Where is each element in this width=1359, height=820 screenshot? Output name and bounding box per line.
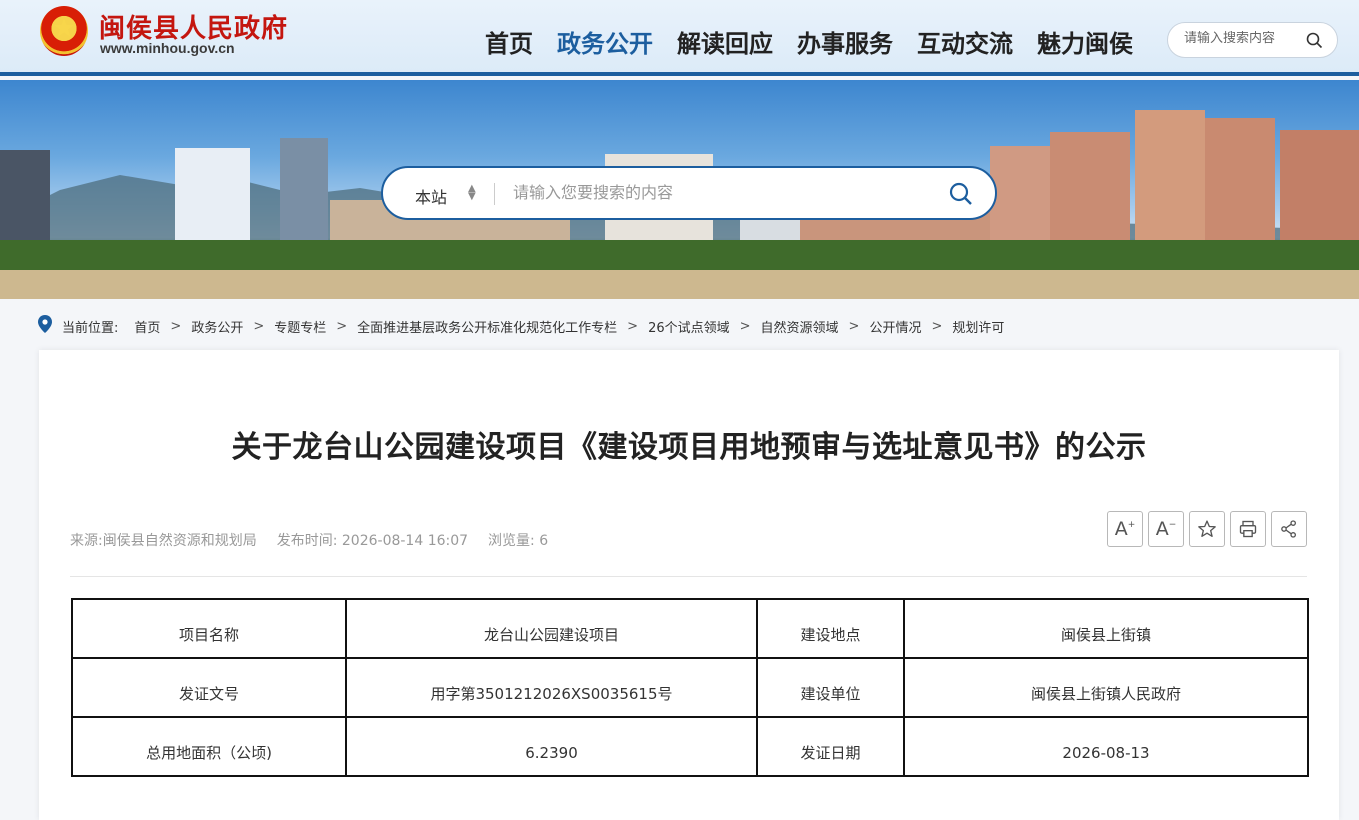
permit-info-table: 项目名称 龙台山公园建设项目 建设地点 闽侯县上街镇 发证文号 用字第35012… bbox=[71, 598, 1309, 777]
star-icon bbox=[1198, 520, 1216, 537]
print-button[interactable] bbox=[1230, 511, 1266, 547]
breadcrumb-separator: > bbox=[931, 318, 943, 334]
article-tools: A + A − bbox=[1107, 511, 1307, 547]
table-cell: 建设地点 bbox=[756, 598, 905, 659]
table-cell: 发证文号 bbox=[71, 657, 347, 718]
table-cell: 项目名称 bbox=[71, 598, 347, 659]
nav-interpretation[interactable]: 解读回应 bbox=[677, 24, 773, 59]
table-row: 发证文号 用字第3501212026XS0035615号 建设单位 闽侯县上街镇… bbox=[71, 657, 1309, 718]
nav-home[interactable]: 首页 bbox=[485, 24, 533, 59]
search-scope-select[interactable]: 本站 bbox=[415, 184, 447, 208]
header-search bbox=[1167, 22, 1338, 58]
font-increase-icon: A bbox=[1114, 518, 1128, 540]
main-nav: 首页 政务公开 解读回应 办事服务 互动交流 魅力闽侯 bbox=[485, 24, 1133, 59]
table-row: 项目名称 龙台山公园建设项目 建设地点 闽侯县上街镇 bbox=[71, 598, 1309, 659]
font-decrease-button[interactable]: A − bbox=[1148, 511, 1184, 547]
table-cell: 6.2390 bbox=[345, 716, 758, 777]
table-row: 总用地面积（公顷) 6.2390 发证日期 2026-08-13 bbox=[71, 716, 1309, 777]
breadcrumb-item[interactable]: 公开情况 bbox=[869, 317, 921, 336]
font-decrease-icon: A bbox=[1155, 518, 1169, 540]
table-cell: 发证日期 bbox=[756, 716, 905, 777]
breadcrumb-item[interactable]: 自然资源领域 bbox=[761, 317, 839, 336]
breadcrumb-item[interactable]: 规划许可 bbox=[952, 317, 1004, 336]
article-meta: 来源:闽侯县自然资源和规划局 发布时间: 2026-08-14 16:07 浏览… bbox=[70, 530, 548, 550]
search-icon[interactable] bbox=[1306, 32, 1323, 53]
breadcrumb-separator: > bbox=[170, 318, 182, 334]
banner-search-bar: 本站 ▲ ▼ bbox=[381, 166, 997, 220]
site-header: 闽侯县人民政府 www.minhou.gov.cn 首页 政务公开 解读回应 办… bbox=[0, 0, 1359, 76]
search-divider bbox=[494, 183, 495, 205]
breadcrumb-separator: > bbox=[253, 318, 265, 334]
national-emblem-icon[interactable] bbox=[40, 6, 88, 56]
breadcrumb-item[interactable]: 政务公开 bbox=[191, 317, 243, 336]
select-arrows-icon[interactable]: ▲ ▼ bbox=[468, 184, 476, 202]
table-cell: 用字第3501212026XS0035615号 bbox=[345, 657, 758, 718]
table-cell: 闽侯县上街镇人民政府 bbox=[903, 657, 1309, 718]
article-card: 关于龙台山公园建设项目《建设项目用地预审与选址意见书》的公示 来源:闽侯县自然资… bbox=[39, 350, 1339, 820]
breadcrumb-label: 当前位置: bbox=[62, 320, 119, 336]
nav-interaction[interactable]: 互动交流 bbox=[917, 24, 1013, 59]
table-cell: 建设单位 bbox=[756, 657, 905, 718]
city-banner-image: 本站 ▲ ▼ bbox=[0, 80, 1359, 299]
table-cell: 总用地面积（公顷) bbox=[71, 716, 347, 777]
breadcrumb-item[interactable]: 首页 bbox=[134, 317, 160, 336]
table-cell: 闽侯县上街镇 bbox=[903, 598, 1309, 659]
nav-charm-minhou[interactable]: 魅力闽侯 bbox=[1037, 24, 1133, 59]
table-cell: 2026-08-13 bbox=[903, 716, 1309, 777]
font-increase-button[interactable]: A + bbox=[1107, 511, 1143, 547]
breadcrumb-item[interactable]: 全面推进基层政务公开标准化规范化工作专栏 bbox=[357, 317, 617, 336]
share-icon bbox=[1281, 520, 1296, 538]
breadcrumb-item[interactable]: 专题专栏 bbox=[274, 317, 326, 336]
location-pin-icon bbox=[38, 315, 52, 337]
nav-services[interactable]: 办事服务 bbox=[797, 24, 893, 59]
article-publish-time: 发布时间: 2026-08-14 16:07 bbox=[276, 533, 469, 549]
breadcrumb-separator: > bbox=[848, 318, 860, 334]
breadcrumb-item[interactable]: 26个试点领域 bbox=[648, 317, 730, 336]
table-cell: 龙台山公园建设项目 bbox=[345, 598, 758, 659]
banner-search-input[interactable] bbox=[513, 183, 933, 202]
article-views: 浏览量: 6 bbox=[488, 533, 549, 549]
breadcrumb-separator: > bbox=[627, 318, 639, 334]
nav-gov-affairs[interactable]: 政务公开 bbox=[557, 24, 653, 59]
share-button[interactable] bbox=[1271, 511, 1307, 547]
search-icon[interactable] bbox=[949, 182, 973, 210]
site-url[interactable]: www.minhou.gov.cn bbox=[100, 40, 235, 56]
breadcrumb: 当前位置: 首页 > 政务公开 > 专题专栏 > 全面推进基层政务公开标准化规范化工作… bbox=[38, 315, 1004, 337]
print-icon bbox=[1239, 520, 1257, 538]
breadcrumb-separator: > bbox=[336, 318, 348, 334]
article-title: 关于龙台山公园建设项目《建设项目用地预审与选址意见书》的公示 bbox=[231, 430, 1147, 465]
breadcrumb-separator: > bbox=[739, 318, 751, 334]
header-search-input[interactable] bbox=[1184, 31, 1299, 46]
article-source: 来源:闽侯县自然资源和规划局 bbox=[70, 533, 257, 549]
favorite-button[interactable] bbox=[1189, 511, 1225, 547]
meta-divider bbox=[70, 576, 1307, 577]
